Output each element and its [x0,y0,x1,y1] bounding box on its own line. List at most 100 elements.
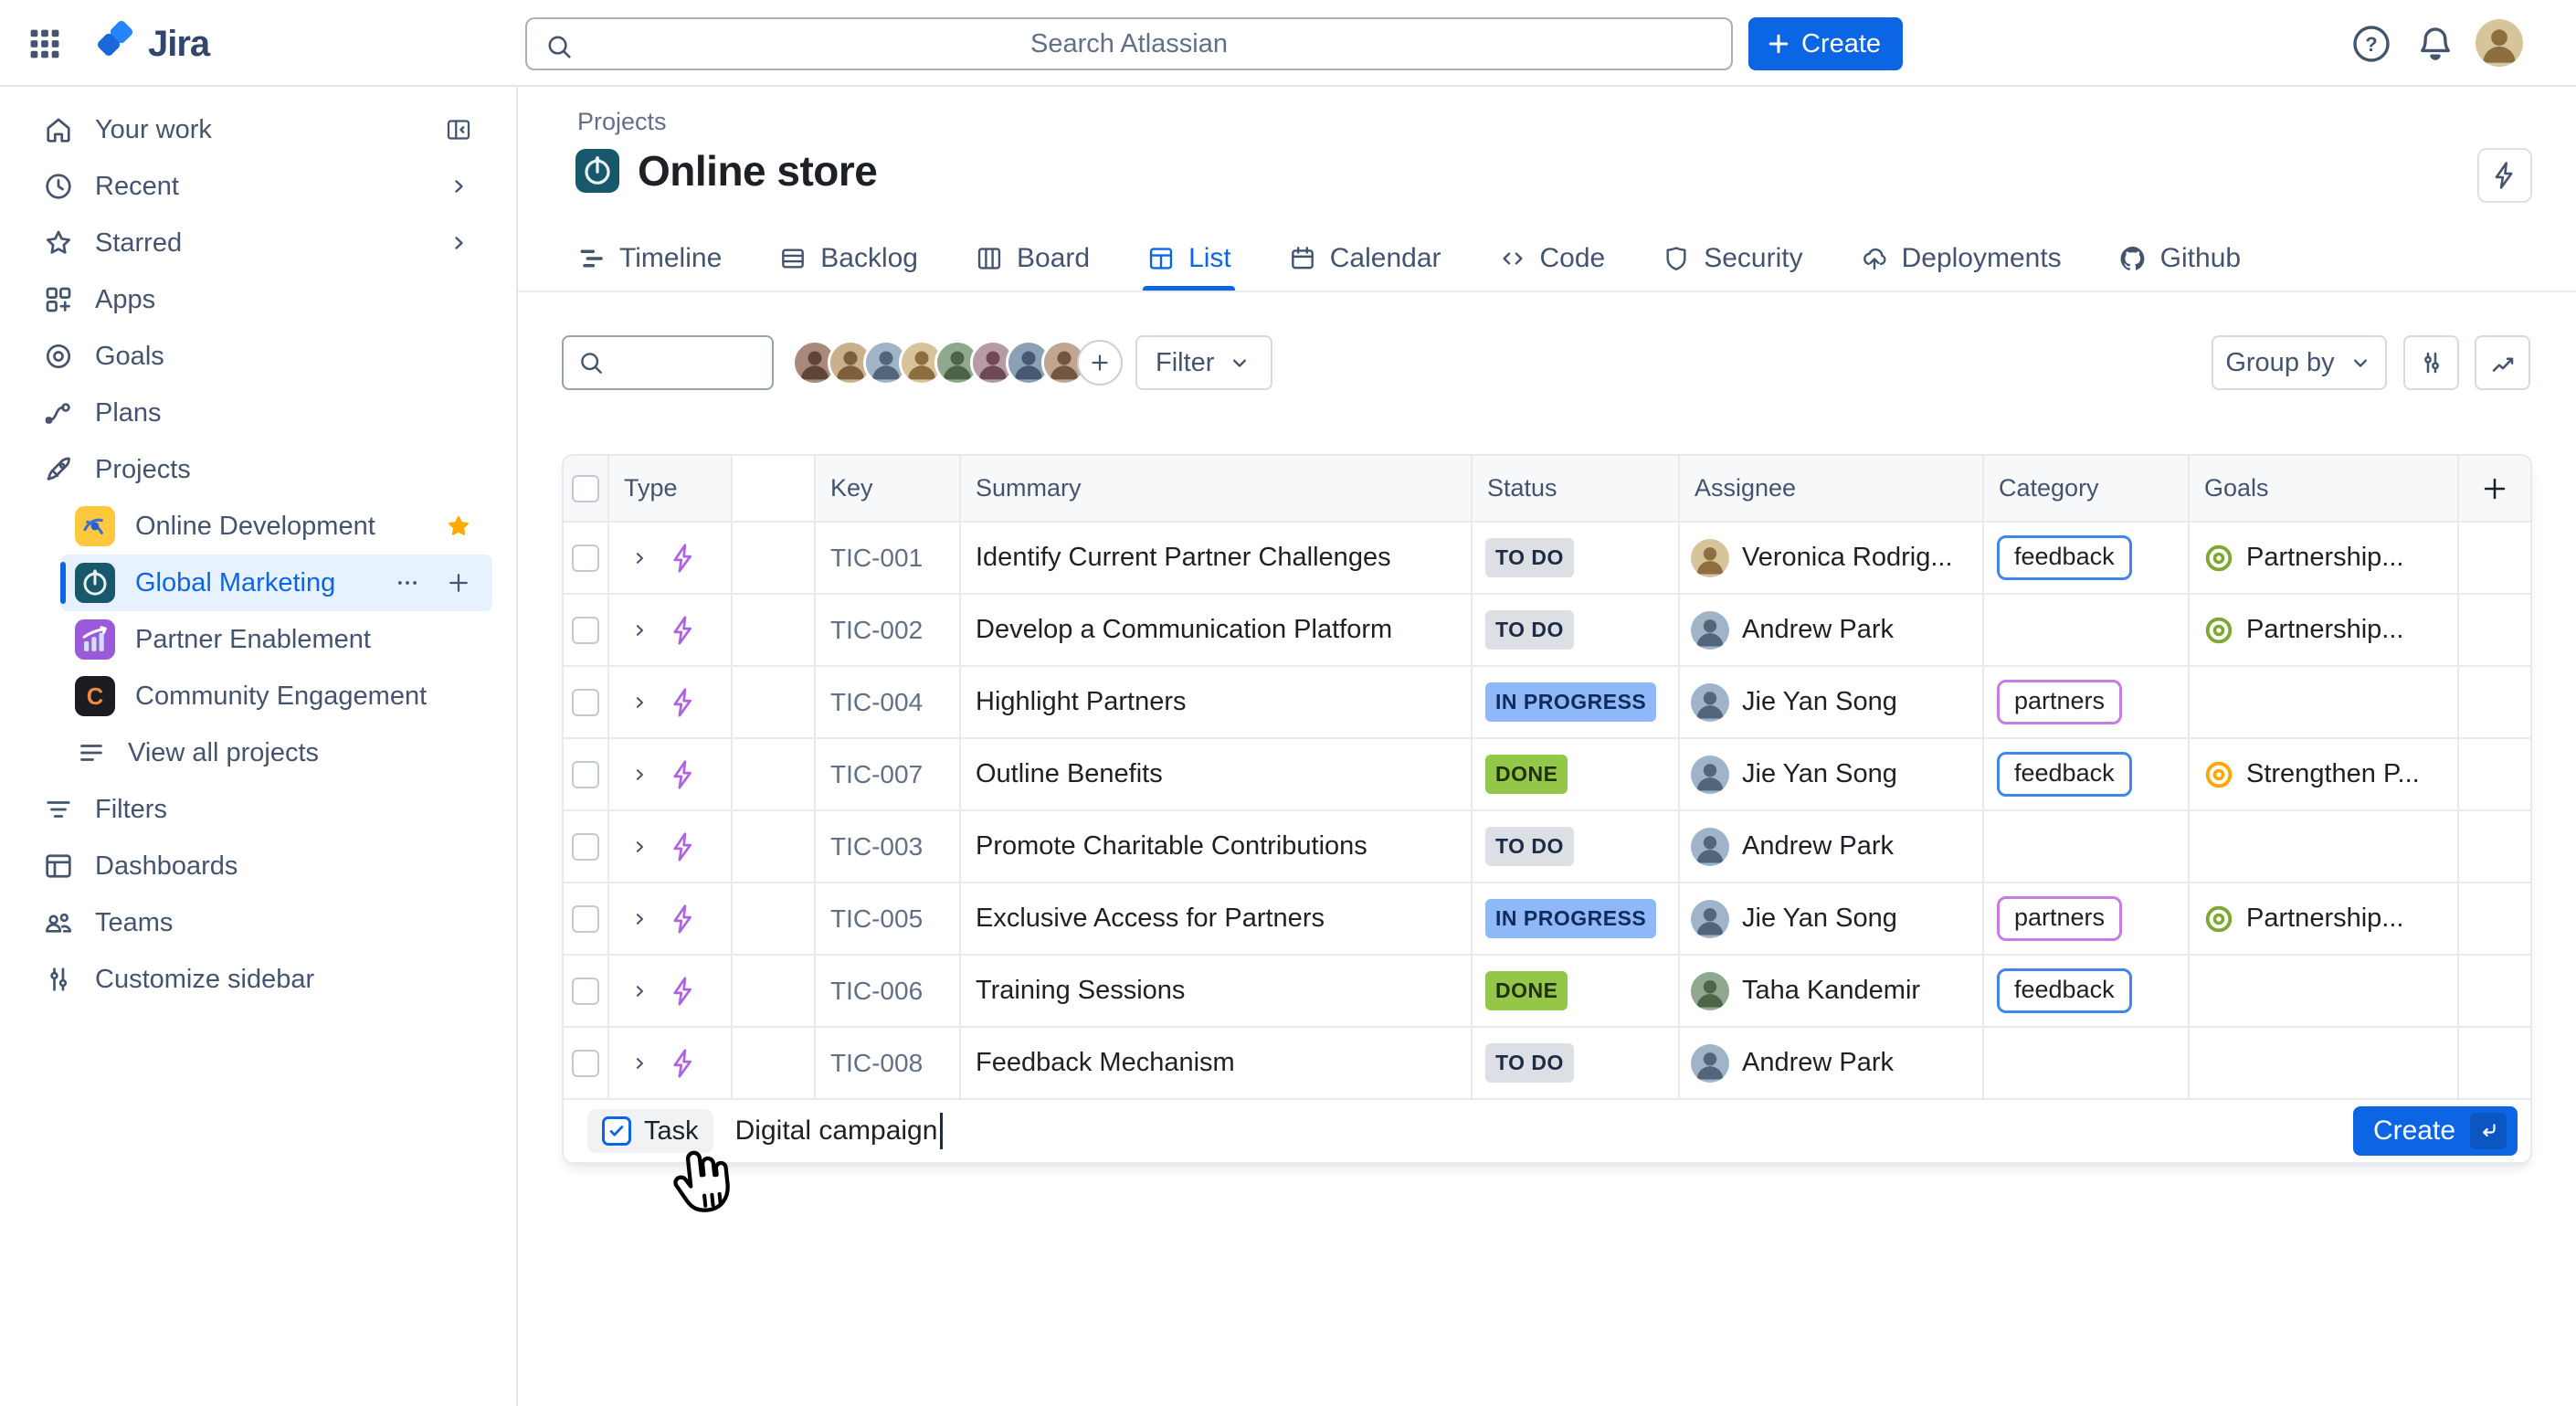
row-checkbox[interactable] [572,905,599,933]
row-checkbox[interactable] [572,761,599,788]
assignee-cell[interactable]: Andrew Park [1680,811,1984,882]
plus-icon[interactable] [445,569,472,597]
tab-calendar[interactable]: Calendar [1286,225,1443,292]
sidebar-item-starred[interactable]: Starred [35,215,492,271]
category-cell[interactable]: partners [1984,883,2190,954]
row-checkbox[interactable] [572,1050,599,1077]
sidebar-item-projects[interactable]: Projects [35,441,492,498]
goals-cell[interactable]: Strengthen P... [2190,739,2459,809]
issue-row-tic-008[interactable]: TIC-008 Feedback Mechanism TO DO Andrew … [564,1028,2530,1100]
sidebar-item-filters[interactable]: Filters [35,781,492,838]
tab-security[interactable]: Security [1660,225,1804,292]
add-people-button[interactable] [1077,340,1123,386]
sidebar-item-recent[interactable]: Recent [35,158,492,215]
dots-icon[interactable] [394,569,421,597]
user-avatar[interactable] [2476,19,2523,67]
category-cell[interactable]: feedback [1984,739,2190,809]
global-search-input[interactable] [527,28,1731,60]
sidebar-item-your-work[interactable]: Your work [35,101,492,158]
list-search[interactable] [562,335,774,390]
assignee-cell[interactable]: Andrew Park [1680,595,1984,665]
issue-row-tic-002[interactable]: TIC-002 Develop a Communication Platform… [564,595,2530,667]
expand-chevron-icon[interactable] [628,1052,651,1075]
category-cell[interactable] [1984,595,2190,665]
assignee-cell[interactable]: Taha Kandemir [1680,956,1984,1026]
issue-row-tic-004[interactable]: TIC-004 Highlight Partners IN PROGRESS J… [564,667,2530,739]
sidebar-item-partner-enablement[interactable]: Partner Enablement [60,611,492,668]
column-header-type[interactable]: Type [609,456,733,521]
status-cell[interactable]: TO DO [1473,595,1680,665]
global-search[interactable] [525,17,1733,70]
category-cell[interactable] [1984,811,2190,882]
row-checkbox[interactable] [572,978,599,1005]
column-header-summary[interactable]: Summary [961,456,1473,521]
sidebar-item-community-engagement[interactable]: CCommunity Engagement [60,668,492,724]
tab-deployments[interactable]: Deployments [1858,225,2064,292]
create-issue-button[interactable]: Create [2353,1106,2518,1156]
expand-chevron-icon[interactable] [628,546,651,570]
add-column-button[interactable] [2459,456,2530,521]
select-all-checkbox[interactable] [572,475,599,502]
category-cell[interactable] [1984,1028,2190,1098]
column-header-category[interactable]: Category [1984,456,2190,521]
status-cell[interactable]: TO DO [1473,811,1680,882]
goals-cell[interactable]: Partnership... [2190,883,2459,954]
expand-chevron-icon[interactable] [628,979,651,1003]
group-by-button[interactable]: Group by [2212,335,2387,390]
assignee-cell[interactable]: Veronica Rodrig... [1680,523,1984,593]
tab-timeline[interactable]: Timeline [575,225,723,292]
collapse-panel-icon[interactable] [445,116,472,143]
issue-row-tic-005[interactable]: TIC-005 Exclusive Access for Partners IN… [564,883,2530,956]
row-checkbox[interactable] [572,689,599,716]
column-header-goals[interactable]: Goals [2190,456,2459,521]
row-checkbox[interactable] [572,617,599,644]
goals-cell[interactable] [2190,956,2459,1026]
sidebar-item-goals[interactable]: Goals [35,328,492,385]
breadcrumb[interactable]: Projects [577,108,667,136]
tab-code[interactable]: Code [1496,225,1608,292]
notifications-bell-icon[interactable] [2413,22,2457,66]
insights-chart-button[interactable] [2475,335,2530,390]
sidebar-item-global-marketing[interactable]: Global Marketing [60,555,492,611]
sidebar-item-customize-sidebar[interactable]: Customize sidebar [35,951,492,1008]
row-checkbox[interactable] [572,544,599,572]
automation-lightning-button[interactable] [2477,148,2532,203]
status-cell[interactable]: IN PROGRESS [1473,883,1680,954]
category-cell[interactable]: feedback [1984,523,2190,593]
view-settings-button[interactable] [2403,335,2459,390]
sidebar-item-apps[interactable]: Apps [35,271,492,328]
status-cell[interactable]: IN PROGRESS [1473,667,1680,737]
expand-chevron-icon[interactable] [628,618,651,642]
column-header-assignee[interactable]: Assignee [1680,456,1984,521]
issue-row-tic-001[interactable]: TIC-001 Identify Current Partner Challen… [564,523,2530,595]
global-create-button[interactable]: Create [1748,17,1903,70]
goals-cell[interactable]: Partnership... [2190,523,2459,593]
goals-cell[interactable]: Partnership... [2190,595,2459,665]
tab-board[interactable]: Board [973,225,1092,292]
sidebar-item-plans[interactable]: Plans [35,385,492,441]
issue-row-tic-007[interactable]: TIC-007 Outline Benefits DONE Jie Yan So… [564,739,2530,811]
issue-row-tic-003[interactable]: TIC-003 Promote Charitable Contributions… [564,811,2530,883]
help-icon[interactable]: ? [2349,22,2393,66]
assignee-cell[interactable]: Jie Yan Song [1680,739,1984,809]
sidebar-item-teams[interactable]: Teams [35,894,492,951]
column-header-status[interactable]: Status [1473,456,1680,521]
assignee-cell[interactable]: Jie Yan Song [1680,883,1984,954]
assignee-cell[interactable]: Jie Yan Song [1680,667,1984,737]
status-cell[interactable]: TO DO [1473,1028,1680,1098]
expand-chevron-icon[interactable] [628,907,651,931]
goals-cell[interactable] [2190,667,2459,737]
status-cell[interactable]: TO DO [1473,523,1680,593]
assignee-cell[interactable]: Andrew Park [1680,1028,1984,1098]
category-cell[interactable]: partners [1984,667,2190,737]
sidebar-item-view-all-projects[interactable]: View all projects [60,724,492,781]
tab-backlog[interactable]: Backlog [776,225,920,292]
category-cell[interactable]: feedback [1984,956,2190,1026]
expand-chevron-icon[interactable] [628,691,651,714]
goals-cell[interactable] [2190,1028,2459,1098]
status-cell[interactable]: DONE [1473,956,1680,1026]
tab-list[interactable]: List [1145,225,1233,292]
app-switcher-icon[interactable] [26,25,64,63]
column-header-key[interactable]: Key [816,456,961,521]
filter-button[interactable]: Filter [1135,335,1272,390]
